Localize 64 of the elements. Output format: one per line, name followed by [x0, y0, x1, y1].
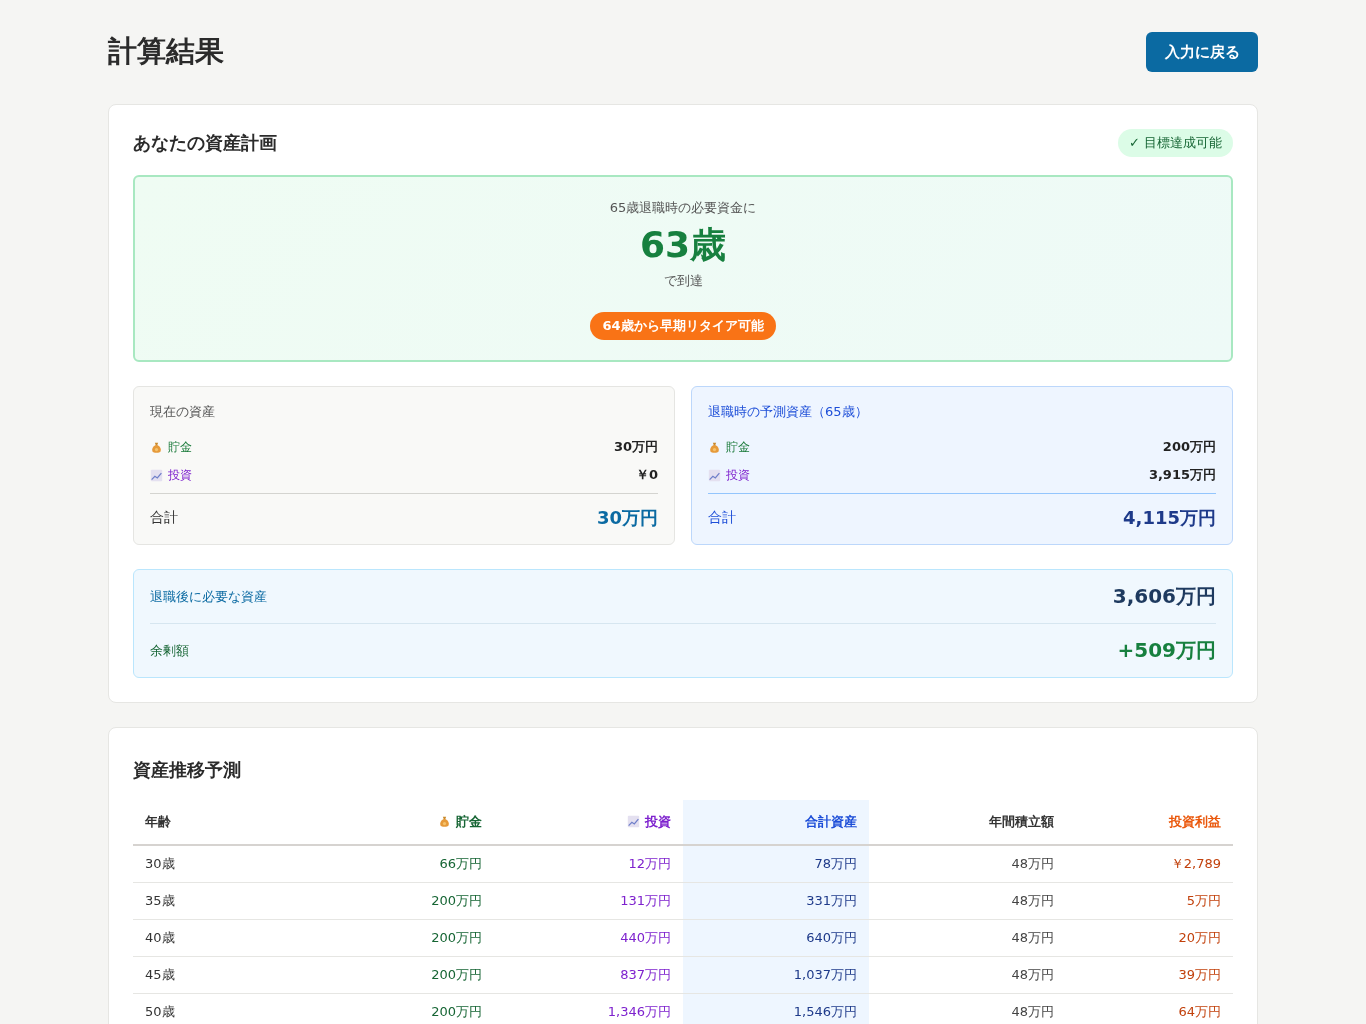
- chart-icon: [627, 815, 640, 829]
- column-header: 年間積立額: [869, 800, 1066, 845]
- panel-title: 退職時の予測資産（65歳）: [708, 403, 869, 421]
- summary-value: +509万円: [1117, 637, 1216, 664]
- table-cell: 48万円: [869, 845, 1066, 883]
- asset-value: 30万円: [613, 438, 658, 456]
- table-cell: 200万円: [308, 882, 494, 920]
- table-cell: 5万円: [1066, 882, 1233, 920]
- page-title: 計算結果: [108, 33, 224, 70]
- table-cell: 40歳: [133, 919, 308, 957]
- result-caption: 65歳退職時の必要資金に: [609, 199, 757, 217]
- total-label: 合計: [708, 509, 736, 527]
- summary-label: 退職後に必要な資産: [150, 587, 267, 606]
- table-cell: 48万円: [869, 956, 1066, 994]
- table-cell: 1,546万円: [683, 993, 869, 1024]
- table-cell: 331万円: [683, 882, 869, 920]
- table-cell: 48万円: [869, 882, 1066, 920]
- table-cell: 45歳: [133, 956, 308, 994]
- table-cell: 200万円: [308, 919, 494, 957]
- money-bag-icon: [150, 440, 163, 454]
- header-label: 貯金: [456, 812, 482, 831]
- column-header: 年齢: [133, 800, 308, 845]
- asset-label: 貯金: [726, 438, 750, 456]
- result-suffix: で到達: [663, 272, 703, 290]
- table-cell: 48万円: [869, 919, 1066, 957]
- table-cell: 35歳: [133, 882, 308, 920]
- table-cell: 200万円: [308, 993, 494, 1024]
- table-cell: 50歳: [133, 993, 308, 1024]
- panel-title: 現在の資産: [150, 403, 216, 421]
- header-label: 投資: [645, 812, 671, 831]
- asset-label: 投資: [168, 466, 192, 484]
- column-header: 投資利益: [1066, 800, 1233, 845]
- table-cell: 66万円: [308, 845, 494, 883]
- summary-label: 余剰額: [150, 641, 189, 660]
- table-cell: 78万円: [683, 845, 869, 883]
- total-label: 合計: [150, 509, 178, 527]
- asset-label: 投資: [726, 466, 750, 484]
- total-value: 30万円: [596, 506, 658, 530]
- table-cell: ￥2,789: [1066, 845, 1233, 883]
- asset-value: 3,915万円: [1148, 466, 1216, 484]
- table-cell: 30歳: [133, 845, 308, 883]
- total-value: 4,115万円: [1123, 506, 1216, 530]
- table-cell: 1,037万円: [683, 956, 869, 994]
- table-cell: 640万円: [683, 919, 869, 957]
- table-cell: 20万円: [1066, 919, 1233, 957]
- money-bag-icon: [708, 440, 721, 454]
- table-cell: 200万円: [308, 956, 494, 994]
- section-heading: あなたの資産計画: [133, 131, 277, 155]
- asset-label: 貯金: [168, 438, 192, 456]
- table-cell: 48万円: [869, 993, 1066, 1024]
- status-badge: ✓ 目標達成可能: [1117, 129, 1233, 157]
- column-header: 合計資産: [683, 800, 869, 845]
- asset-value: ￥0: [635, 466, 658, 484]
- money-bag-icon: [438, 815, 451, 829]
- early-retire-badge: 64歳から早期リタイア可能: [590, 312, 776, 340]
- chart-icon: [150, 468, 163, 482]
- table-cell: 64万円: [1066, 993, 1233, 1024]
- chart-icon: [708, 468, 721, 482]
- asset-value: 200万円: [1162, 438, 1216, 456]
- result-age: 63歳: [639, 223, 727, 267]
- section-heading: 資産推移予測: [133, 758, 242, 782]
- summary-value: 3,606万円: [1112, 583, 1216, 610]
- table-cell: 39万円: [1066, 956, 1233, 994]
- back-button[interactable]: 入力に戻る: [1146, 32, 1258, 72]
